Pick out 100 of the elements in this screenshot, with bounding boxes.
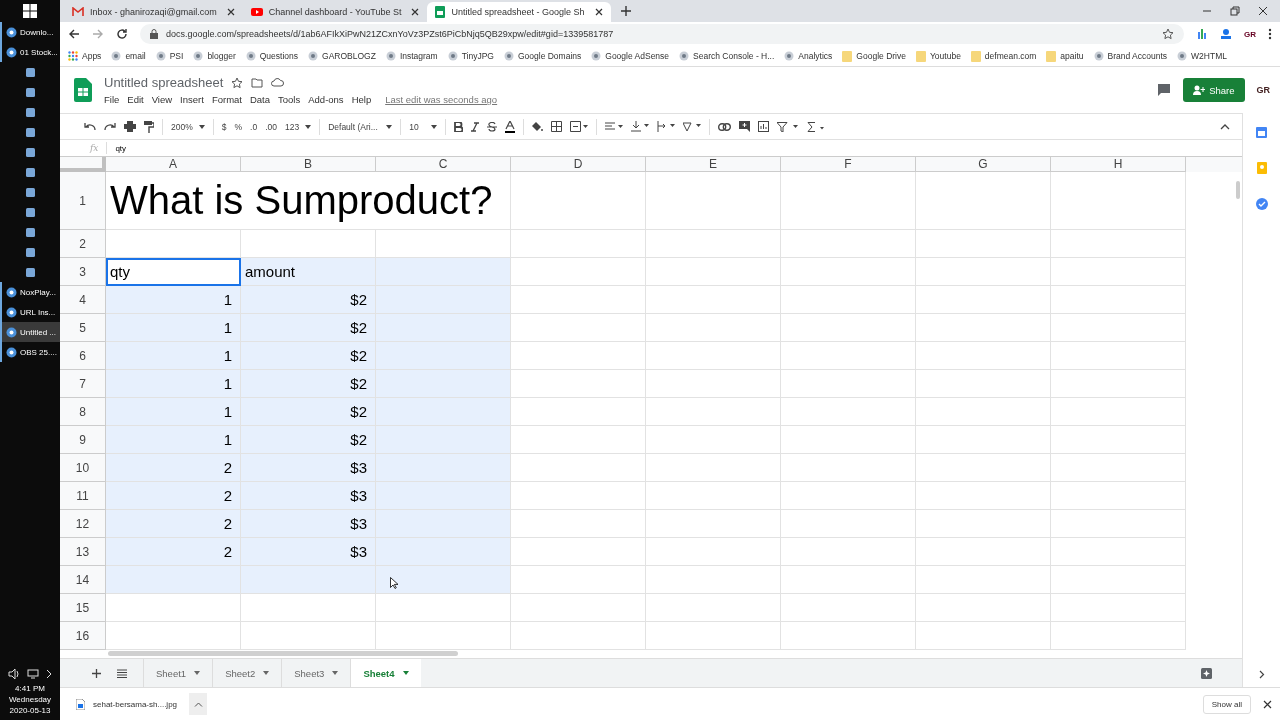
column-header[interactable]: E [646, 157, 781, 172]
table-cell[interactable] [916, 230, 1051, 258]
share-button[interactable]: Share [1183, 78, 1245, 102]
table-cell[interactable] [1051, 426, 1186, 454]
table-cell[interactable] [376, 398, 511, 426]
table-cell[interactable] [916, 286, 1051, 314]
chevron-icon[interactable] [46, 669, 53, 679]
row-header[interactable]: 6 [60, 342, 106, 370]
folder-icon[interactable] [251, 77, 264, 88]
table-cell[interactable] [646, 510, 781, 538]
table-cell[interactable] [781, 314, 916, 342]
table-cell[interactable] [916, 622, 1051, 650]
add-sheet-icon[interactable] [92, 668, 101, 678]
table-cell[interactable]: $2 [241, 426, 376, 454]
reload-icon[interactable] [116, 28, 128, 40]
menu-item[interactable]: Data [249, 94, 271, 105]
table-cell[interactable] [646, 258, 781, 286]
bookmark[interactable]: Brand Accounts [1093, 51, 1168, 61]
table-cell[interactable] [1051, 230, 1186, 258]
table-cell[interactable] [376, 342, 511, 370]
table-cell[interactable] [781, 538, 916, 566]
table-cell[interactable] [1051, 258, 1186, 286]
column-header[interactable]: H [1051, 157, 1186, 172]
close-icon[interactable] [1263, 699, 1272, 709]
bookmark[interactable]: apaitu [1046, 50, 1084, 62]
table-cell[interactable] [781, 454, 916, 482]
table-cell[interactable] [1051, 172, 1186, 230]
table-cell[interactable] [376, 538, 511, 566]
table-cell[interactable] [376, 510, 511, 538]
close-icon[interactable] [594, 8, 603, 16]
row-header[interactable]: 2 [60, 230, 106, 258]
table-cell[interactable]: What is Sumproduct? [106, 172, 511, 230]
table-cell[interactable]: 1 [106, 398, 241, 426]
table-cell[interactable] [646, 566, 781, 594]
table-cell[interactable] [781, 230, 916, 258]
font-size-dropdown[interactable]: 10 [409, 121, 438, 132]
table-cell[interactable] [106, 622, 241, 650]
table-cell[interactable] [511, 426, 646, 454]
table-cell[interactable] [511, 594, 646, 622]
table-cell[interactable] [646, 622, 781, 650]
table-cell[interactable]: 2 [106, 482, 241, 510]
table-cell[interactable] [1051, 370, 1186, 398]
table-cell[interactable] [1051, 398, 1186, 426]
taskbar-app[interactable]: Untitled ... [0, 322, 60, 342]
table-cell[interactable] [1051, 342, 1186, 370]
calendar-icon[interactable] [1256, 127, 1267, 138]
table-cell[interactable] [1051, 286, 1186, 314]
table-cell[interactable] [376, 622, 511, 650]
sheet-tab[interactable]: Sheet2 [212, 659, 282, 687]
formula-input[interactable]: qty [115, 143, 127, 153]
table-cell[interactable] [241, 566, 376, 594]
row-header[interactable]: 15 [60, 594, 106, 622]
bold-icon[interactable] [454, 121, 464, 132]
table-cell[interactable] [511, 172, 646, 230]
table-cell[interactable] [1051, 594, 1186, 622]
row-header[interactable]: 12 [60, 510, 106, 538]
table-cell[interactable] [646, 398, 781, 426]
row-header[interactable]: 14 [60, 566, 106, 594]
functions-icon[interactable] [807, 121, 826, 132]
caret-button[interactable] [189, 693, 208, 715]
table-cell[interactable]: 1 [106, 426, 241, 454]
new-tab-icon[interactable] [620, 6, 631, 16]
collapse-icon[interactable] [1220, 123, 1230, 130]
table-cell[interactable] [916, 594, 1051, 622]
table-cell[interactable] [916, 172, 1051, 230]
font-dropdown[interactable]: Default (Ari... [328, 121, 393, 132]
browser-tab[interactable]: Inbox - ghanirozaqi@gmail.com [64, 2, 243, 22]
bookmark[interactable]: email [111, 51, 146, 61]
table-cell[interactable]: 1 [106, 286, 241, 314]
table-cell[interactable] [511, 258, 646, 286]
row-header[interactable]: 9 [60, 426, 106, 454]
zoom-dropdown[interactable]: 200% [171, 121, 205, 132]
column-header[interactable]: C [376, 157, 511, 172]
number-format-dropdown[interactable]: 123 [284, 121, 312, 132]
bookmark[interactable]: defmean.com [970, 50, 1037, 62]
table-cell[interactable] [916, 510, 1051, 538]
star-icon[interactable] [1162, 28, 1174, 40]
row-header[interactable]: 8 [60, 398, 106, 426]
document-title[interactable]: Untitled spreadsheet [104, 75, 224, 90]
table-cell[interactable] [781, 566, 916, 594]
table-cell[interactable] [646, 172, 781, 230]
bookmark[interactable]: Google Domains [503, 51, 582, 61]
bookmark[interactable]: W2HTML [1177, 51, 1227, 61]
bookmark[interactable]: Analytics [784, 51, 833, 61]
row-header[interactable]: 13 [60, 538, 106, 566]
table-cell[interactable] [511, 314, 646, 342]
row-header[interactable]: 7 [60, 370, 106, 398]
table-cell[interactable] [781, 482, 916, 510]
scrollbar[interactable] [1236, 181, 1240, 199]
text-color-icon[interactable] [505, 120, 516, 133]
close-icon[interactable] [411, 8, 420, 16]
chart-extension-icon[interactable] [1196, 28, 1208, 40]
back-icon[interactable] [68, 28, 80, 40]
undo-icon[interactable] [84, 122, 96, 131]
bookmark[interactable]: blogger [193, 51, 236, 61]
menu-icon[interactable] [1268, 28, 1272, 40]
table-cell[interactable] [511, 622, 646, 650]
sheets-logo-icon[interactable] [74, 78, 92, 102]
table-cell[interactable] [511, 566, 646, 594]
table-cell[interactable]: amount [241, 258, 376, 286]
